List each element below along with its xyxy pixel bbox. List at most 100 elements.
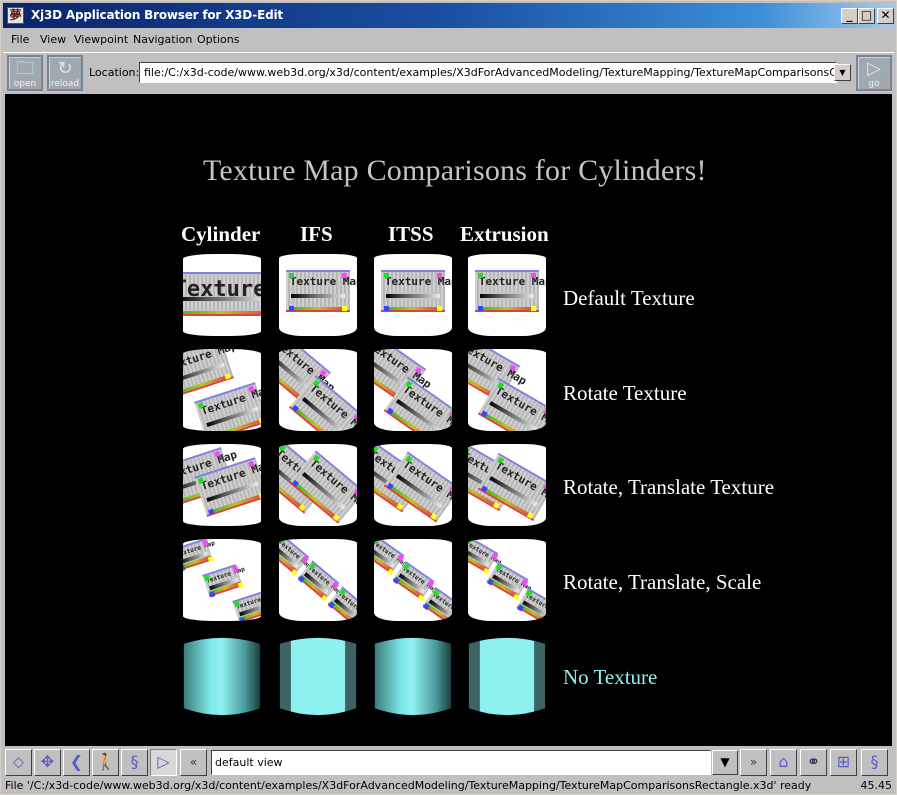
color-bar bbox=[183, 311, 261, 314]
eye-look-icon: ▷ bbox=[157, 752, 170, 771]
grayscale-bar bbox=[291, 294, 345, 299]
reload-label: reload bbox=[50, 79, 80, 89]
reload-icon: ↻ bbox=[57, 58, 73, 79]
home-icon: ⌂ bbox=[778, 752, 789, 771]
fit-arrows-icon: ⊞ bbox=[836, 752, 851, 771]
go-label: go bbox=[868, 79, 880, 89]
texture-map-band: Texture Map bbox=[232, 590, 261, 621]
texture-map-band: Texture Map bbox=[194, 382, 261, 431]
status-bar: File '/C:/x3d-code/www.web3d.org/x3d/con… bbox=[3, 778, 894, 794]
examine-diamond-icon: ⬦ bbox=[12, 752, 25, 771]
location-dropdown-button[interactable]: ▼ bbox=[834, 64, 851, 81]
open-button[interactable]: 🗀 open bbox=[7, 55, 43, 91]
texture-map-band: Texture Map bbox=[381, 270, 452, 312]
find-button[interactable]: ⚭ bbox=[800, 749, 827, 776]
corner-marker bbox=[342, 306, 348, 312]
menu-file[interactable]: File bbox=[11, 33, 29, 46]
viewpoint-dropdown-button[interactable]: ▼ bbox=[712, 750, 738, 775]
fit-to-screen-button[interactable]: ⊞ bbox=[830, 749, 857, 776]
home-viewpoint-button[interactable]: ⌂ bbox=[770, 749, 797, 776]
corner-marker bbox=[531, 272, 537, 278]
open-label: open bbox=[13, 79, 37, 89]
xj3d-app-icon: 夢 bbox=[7, 7, 24, 24]
untextured-cylinder-body bbox=[374, 637, 452, 716]
corner-marker bbox=[526, 512, 534, 520]
cylinder-extrusion-row-2: Texture Map Texture Map bbox=[468, 349, 546, 431]
cylinder-ifs-row-1: Texture Map bbox=[279, 254, 357, 336]
cylinder-cylinder-row-5 bbox=[183, 637, 261, 716]
double-chevron-right-icon: » bbox=[749, 755, 758, 769]
walk-mode-button[interactable]: 🚶 bbox=[92, 749, 119, 776]
binoculars-icon: ⚭ bbox=[806, 752, 821, 771]
fly-chevron-icon: ❮ bbox=[69, 752, 84, 771]
texture-map-band: Texture Map bbox=[392, 560, 438, 602]
grayscale-bar bbox=[183, 297, 261, 302]
cylinder-ifs-row-5 bbox=[279, 637, 357, 716]
tilt-icon: § bbox=[130, 752, 139, 771]
status-text: File '/C:/x3d-code/www.web3d.org/x3d/con… bbox=[5, 779, 812, 792]
menu-view[interactable]: View bbox=[40, 33, 66, 46]
go-button[interactable]: ▷ go bbox=[856, 55, 892, 91]
cylinder-cylinder-row-2: Texture MapTexture Map bbox=[183, 349, 261, 431]
window-title: Xj3D Application Browser for X3D-Edit bbox=[31, 8, 283, 22]
menu-navigation[interactable]: Navigation bbox=[133, 33, 192, 46]
chevron-down-icon: ▼ bbox=[839, 68, 846, 77]
play-arrow-icon: ▷ bbox=[867, 58, 881, 79]
column-header-itss: ITSS bbox=[388, 222, 434, 246]
corner-marker bbox=[417, 594, 425, 602]
fly-mode-button[interactable]: ❮ bbox=[63, 749, 90, 776]
texture-map-band: Texture Map bbox=[486, 561, 533, 601]
corner-marker bbox=[396, 503, 404, 511]
untextured-cylinder-body bbox=[279, 637, 357, 716]
chevron-down-icon: ▼ bbox=[720, 755, 730, 769]
menu-bar: File View Viewpoint Navigation Options bbox=[3, 30, 894, 50]
texture-map-band: Texture Map bbox=[202, 564, 246, 598]
look-at-mode-button[interactable]: ▷ bbox=[150, 749, 177, 776]
corner-marker bbox=[342, 272, 348, 278]
console-button[interactable]: § bbox=[861, 749, 888, 776]
corner-marker bbox=[383, 306, 389, 312]
location-label: Location: bbox=[89, 66, 140, 79]
untextured-cylinder-body bbox=[468, 637, 546, 716]
close-button[interactable]: ✕ bbox=[877, 8, 894, 24]
column-header-cylinder: Cylinder bbox=[181, 222, 261, 246]
cylinder-itss-row-1: Texture Map bbox=[374, 254, 452, 336]
cylinder-itss-row-2: Texture Map Texture Map bbox=[374, 349, 452, 431]
corner-marker bbox=[288, 272, 294, 278]
maximize-button[interactable]: □ bbox=[858, 8, 875, 24]
corner-marker bbox=[298, 504, 306, 512]
texture-map-band: Texture Map bbox=[183, 539, 216, 572]
row-label-rotate-translate-texture: Rotate, Translate Texture bbox=[563, 475, 775, 499]
column-header-ifs: IFS bbox=[300, 222, 333, 246]
cylinder-cylinder-row-3: Texture Map Texture Map bbox=[183, 444, 261, 526]
corner-marker bbox=[517, 605, 525, 612]
texture-map-band: Texture Map bbox=[183, 272, 261, 316]
pan-mode-button[interactable]: ✥ bbox=[34, 749, 61, 776]
tilt-mode-button[interactable]: § bbox=[121, 749, 148, 776]
next-viewpoint-button[interactable]: » bbox=[740, 749, 767, 776]
cylinder-itss-row-4: Texture MapTexture MapTexture Map bbox=[374, 539, 452, 621]
texture-map-band: Texture Map bbox=[475, 270, 546, 312]
corner-marker bbox=[224, 373, 232, 380]
corner-marker bbox=[482, 567, 490, 575]
folder-icon: 🗀 bbox=[16, 58, 34, 79]
examine-mode-button[interactable]: ⬦ bbox=[5, 749, 32, 776]
cylinder-cylinder-row-4: Texture MapTexture MapTexture Map bbox=[183, 539, 261, 621]
column-header-extrusion: Extrusion bbox=[460, 222, 549, 246]
cylinder-ifs-row-2: Texture Map Texture Map bbox=[279, 349, 357, 431]
cylinder-cylinder-row-1: Texture Map bbox=[183, 254, 261, 336]
corner-marker bbox=[387, 568, 395, 576]
untextured-cylinder-body bbox=[183, 637, 261, 716]
3d-viewport[interactable]: Texture Map Comparisons for Cylinders! C… bbox=[5, 94, 892, 746]
location-input[interactable]: file:/C:/x3d-code/www.web3d.org/x3d/cont… bbox=[139, 62, 837, 83]
pan-arrows-icon: ✥ bbox=[40, 752, 55, 771]
reload-button[interactable]: ↻ reload bbox=[47, 55, 83, 91]
menu-viewpoint[interactable]: Viewpoint bbox=[74, 33, 128, 46]
viewpoint-select[interactable]: default view bbox=[211, 750, 711, 775]
minimize-button[interactable]: _ bbox=[841, 8, 858, 24]
menu-options[interactable]: Options bbox=[197, 33, 239, 46]
corner-marker bbox=[430, 513, 438, 521]
row-label-rotate-translate-scale: Rotate, Translate, Scale bbox=[563, 570, 762, 594]
previous-viewpoint-button[interactable]: « bbox=[180, 749, 207, 776]
navigation-bar: ⬦ ✥ ❮ 🚶 § ▷ « default view ▼ » ⌂ ⚭ ⊞ § bbox=[3, 748, 894, 777]
